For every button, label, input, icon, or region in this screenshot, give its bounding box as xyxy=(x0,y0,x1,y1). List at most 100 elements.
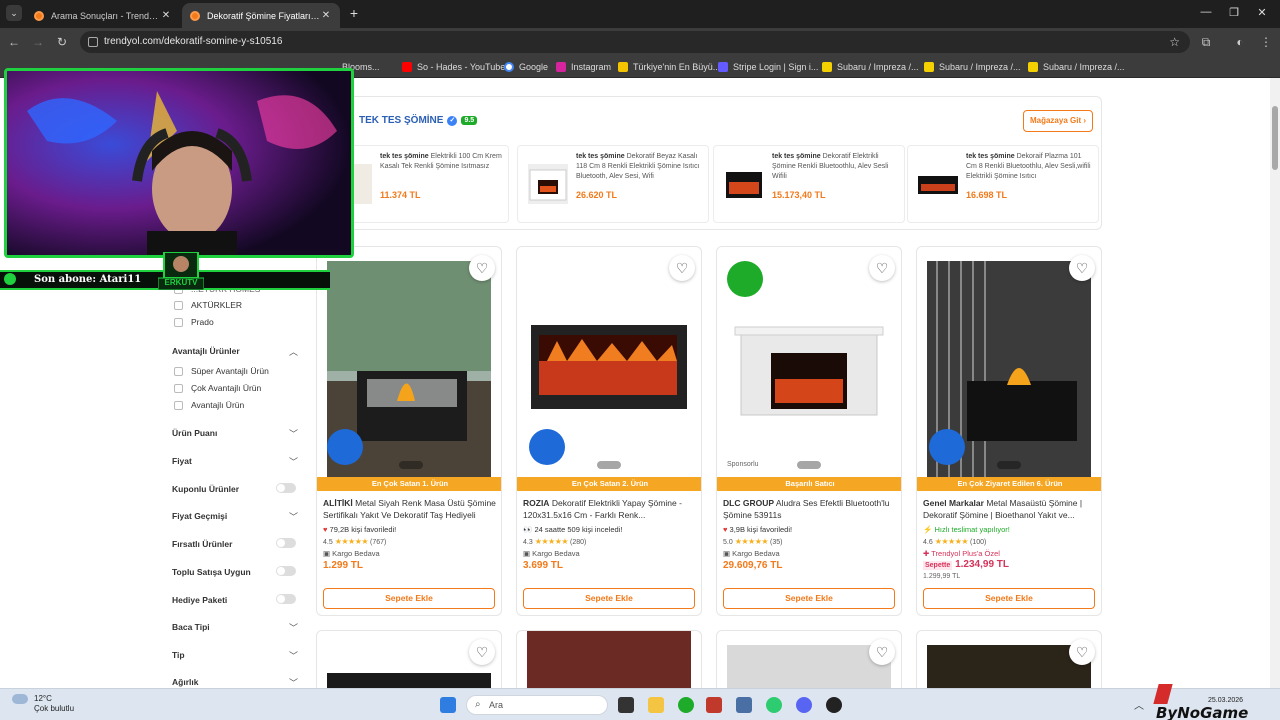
favorite-heart-icon[interactable]: ♡ xyxy=(669,255,695,281)
app-icon[interactable] xyxy=(706,697,722,713)
bookmark-star-icon[interactable]: ☆ xyxy=(1169,31,1180,53)
menu-icon[interactable]: ⋮ xyxy=(1258,34,1274,50)
chrome-icon[interactable] xyxy=(766,697,782,713)
bookmark-subaru-1[interactable]: Subaru / Impreza /... xyxy=(822,60,919,74)
taskbar-search[interactable]: ⌕ Ara xyxy=(466,695,608,715)
checkbox[interactable] xyxy=(174,317,183,327)
bookmark-google[interactable]: Google xyxy=(504,60,548,74)
bookmark-subaru-2[interactable]: Subaru / Impreza /... xyxy=(924,60,1021,74)
checkbox[interactable] xyxy=(174,366,183,376)
filter-price[interactable]: Fiyat ﹀ xyxy=(172,456,300,467)
toggle-switch[interactable] xyxy=(276,566,296,576)
favorite-heart-icon[interactable]: ♡ xyxy=(869,255,895,281)
image-carousel-dots[interactable] xyxy=(399,461,423,469)
checkbox[interactable] xyxy=(174,300,183,310)
product-title[interactable]: DLC GROUP Aludra Ses Efektli Bluetooth'l… xyxy=(723,497,897,521)
filter-brand-prado[interactable]: Prado xyxy=(174,317,214,327)
weather-widget[interactable]: 12°C Çok bulutlu xyxy=(12,694,74,713)
product-card[interactable]: ♡ xyxy=(316,630,502,688)
scrollbar-thumb[interactable] xyxy=(1272,106,1278,170)
product-image[interactable] xyxy=(527,631,691,688)
filter-weight[interactable]: Ağırlık ﹀ xyxy=(172,677,300,688)
toggle-switch[interactable] xyxy=(276,483,296,493)
tab-fireplace[interactable]: Dekoratif Şömine Fiyatları ve M ✕ xyxy=(182,3,340,28)
add-to-cart-button[interactable]: Sepete Ekle xyxy=(723,588,895,609)
product-image[interactable] xyxy=(327,261,491,477)
filter-super-advantage[interactable]: Süper Avantajlı Ürün xyxy=(174,366,269,376)
windows-start-icon[interactable] xyxy=(440,697,456,713)
filter-coupon[interactable]: Kuponlu Ürünler xyxy=(172,483,300,494)
tab-search-results[interactable]: Arama Sonuçları - Trendyol ✕ xyxy=(26,3,180,28)
product-card[interactable]: ♡ xyxy=(716,630,902,688)
filter-gift[interactable]: Hediye Paketi xyxy=(172,594,300,605)
product-card[interactable]: ♡ En Çok Satan 1. Ürün ALİTİKİ Metal Siy… xyxy=(316,246,502,616)
checkbox[interactable] xyxy=(174,383,183,393)
favorite-heart-icon[interactable]: ♡ xyxy=(469,255,495,281)
filter-advantage[interactable]: Avantajlı Ürün xyxy=(174,400,244,410)
filter-price-history[interactable]: Fiyat Geçmişi ﹀ xyxy=(172,511,300,522)
bookmark-instagram[interactable]: Instagram xyxy=(556,60,611,74)
checkbox[interactable] xyxy=(174,400,183,410)
toggle-switch[interactable] xyxy=(276,538,296,548)
close-icon[interactable]: ✕ xyxy=(320,10,332,21)
product-card[interactable]: ♡ xyxy=(916,630,1102,688)
bookmark-subaru-3[interactable]: Subaru / Impreza /... xyxy=(1028,60,1125,74)
product-title[interactable]: ALİTİKİ Metal Siyah Renk Masa Üstü Şömin… xyxy=(323,497,497,521)
image-carousel-dots[interactable] xyxy=(797,461,821,469)
product-image[interactable] xyxy=(527,261,691,477)
product-card[interactable] xyxy=(516,630,702,688)
favorite-heart-icon[interactable]: ♡ xyxy=(869,639,895,665)
add-to-cart-button[interactable]: Sepete Ekle xyxy=(923,588,1095,609)
back-icon[interactable]: ← xyxy=(6,34,22,50)
go-to-store-button[interactable]: Mağazaya Git › xyxy=(1023,110,1093,132)
bookmark-turkiye[interactable]: Türkiye'nin En Büyü... xyxy=(618,60,720,74)
tray-expand-icon[interactable]: ︿ xyxy=(1134,697,1144,712)
filter-deals[interactable]: Fırsatlı Ürünler xyxy=(172,538,300,549)
filter-very-advantage[interactable]: Çok Avantajlı Ürün xyxy=(174,383,261,393)
restore-icon[interactable]: ❐ xyxy=(1226,6,1242,19)
store-product-card[interactable]: tek tes şömine Dekoratif Beyaz Kasalı 11… xyxy=(517,145,709,223)
add-to-cart-button[interactable]: Sepete Ekle xyxy=(523,588,695,609)
minimize-icon[interactable]: — xyxy=(1198,6,1214,18)
favorite-heart-icon[interactable]: ♡ xyxy=(1069,639,1095,665)
store-product-card[interactable]: tek tes şömine Dekoraif Plazma 101 Cm 8 … xyxy=(907,145,1099,223)
product-image[interactable] xyxy=(327,673,491,688)
tab-search-button[interactable]: ⌄ xyxy=(6,5,22,21)
favorite-heart-icon[interactable]: ♡ xyxy=(1069,255,1095,281)
forward-icon[interactable]: → xyxy=(30,34,46,50)
product-image[interactable] xyxy=(727,261,891,477)
product-card[interactable]: ♡ En Çok Ziyaret Edilen 6. Ürün Genel Ma… xyxy=(916,246,1102,616)
app-icon[interactable] xyxy=(826,697,842,713)
image-carousel-dots[interactable] xyxy=(597,461,621,469)
store-product-card[interactable]: tek tes şömine Dekoratif Elektrikli Şömi… xyxy=(713,145,905,223)
filter-chimney[interactable]: Baca Tipi ﹀ xyxy=(172,622,300,633)
bookmark-youtube[interactable]: So - Hades - YouTube xyxy=(402,60,505,74)
reload-icon[interactable]: ↻ xyxy=(54,34,70,50)
app-icon[interactable] xyxy=(736,697,752,713)
filter-brand-akturkler[interactable]: AKTÜRKLER xyxy=(174,300,242,310)
profile-icon[interactable]: ◐ xyxy=(1232,34,1248,50)
close-icon[interactable]: ✕ xyxy=(160,10,172,21)
store-name[interactable]: TEK TES ŞÖMİNE ✓ 9.5 xyxy=(359,115,478,126)
product-card[interactable]: ♡ Sponsorlu Başarılı Satıcı DLC GROUP Al… xyxy=(716,246,902,616)
product-image[interactable] xyxy=(927,645,1091,688)
product-image[interactable] xyxy=(927,261,1091,477)
toggle-switch[interactable] xyxy=(276,594,296,604)
task-view-icon[interactable] xyxy=(618,697,634,713)
discord-icon[interactable] xyxy=(796,697,812,713)
filter-rating[interactable]: Ürün Puanı ﹀ xyxy=(172,428,300,439)
image-carousel-dots[interactable] xyxy=(997,461,1021,469)
new-tab-button[interactable]: + xyxy=(346,5,362,21)
close-window-icon[interactable]: ✕ xyxy=(1254,6,1270,19)
address-bar[interactable]: trendyol.com/dekoratif-somine-y-s10516 ☆ xyxy=(80,31,1190,53)
chrome-icon[interactable] xyxy=(678,697,694,713)
product-title[interactable]: ROZIA Dekoratif Elektrikli Yapay Şömine … xyxy=(523,497,697,521)
add-to-cart-button[interactable]: Sepete Ekle xyxy=(323,588,495,609)
bookmark-stripe[interactable]: Stripe Login | Sign i... xyxy=(718,60,818,74)
extensions-icon[interactable]: ⧉ xyxy=(1198,34,1214,50)
filter-type[interactable]: Tip ﹀ xyxy=(172,650,300,661)
filter-advantage-header[interactable]: Avantajlı Ürünler ︿ xyxy=(172,346,300,357)
file-explorer-icon[interactable] xyxy=(648,697,664,713)
page-scrollbar[interactable] xyxy=(1270,78,1280,688)
product-image[interactable] xyxy=(727,645,891,688)
